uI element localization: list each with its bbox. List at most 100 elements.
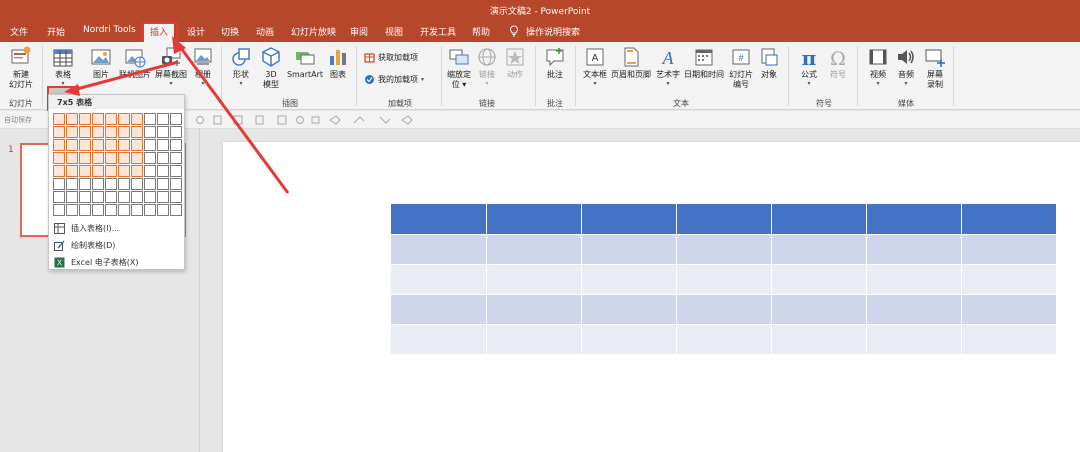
new-slide-button[interactable]: 新建 幻灯片 xyxy=(6,46,36,90)
grid-cell[interactable] xyxy=(66,152,78,164)
textbox-button[interactable]: A 文本框 ▾ xyxy=(581,46,609,87)
grid-cell[interactable] xyxy=(131,152,143,164)
grid-cell[interactable] xyxy=(118,204,130,216)
table-cell[interactable] xyxy=(676,204,772,235)
table-cell[interactable] xyxy=(581,324,677,355)
table-cell[interactable] xyxy=(771,324,867,355)
table-cell[interactable] xyxy=(486,234,582,265)
object-button[interactable]: 对象 xyxy=(758,46,780,80)
grid-cell[interactable] xyxy=(66,178,78,190)
grid-cell[interactable] xyxy=(144,191,156,203)
grid-cell[interactable] xyxy=(53,191,65,203)
tell-me-search[interactable]: 操作说明搜索 xyxy=(526,25,580,38)
grid-cell[interactable] xyxy=(92,152,104,164)
grid-cell[interactable] xyxy=(157,113,169,125)
screen-recording-button[interactable]: 屏幕 录制 xyxy=(922,46,948,90)
table-cell[interactable] xyxy=(866,324,962,355)
grid-cell[interactable] xyxy=(118,165,130,177)
grid-cell[interactable] xyxy=(170,139,182,151)
grid-cell[interactable] xyxy=(66,139,78,151)
grid-cell[interactable] xyxy=(157,139,169,151)
insert-table-item[interactable]: 插入表格(I)... xyxy=(49,220,184,236)
wordart-button[interactable]: A 艺术字 ▾ xyxy=(655,46,681,87)
3d-model-button[interactable]: 3D 模型 xyxy=(258,46,284,90)
tab-developer[interactable]: 开发工具 xyxy=(420,25,456,38)
grid-cell[interactable] xyxy=(157,152,169,164)
grid-cell[interactable] xyxy=(79,191,91,203)
table-cell[interactable] xyxy=(391,294,487,325)
table-cell[interactable] xyxy=(391,204,487,235)
grid-cell[interactable] xyxy=(144,204,156,216)
table-cell[interactable] xyxy=(581,294,677,325)
audio-button[interactable]: 音频 ▾ xyxy=(894,46,918,87)
autosave-label[interactable]: 自动保存 xyxy=(4,115,32,125)
video-button[interactable]: 视频 ▾ xyxy=(866,46,890,87)
grid-cell[interactable] xyxy=(105,139,117,151)
grid-cell[interactable] xyxy=(118,139,130,151)
tab-slideshow[interactable]: 幻灯片放映 xyxy=(291,25,336,38)
grid-cell[interactable] xyxy=(53,204,65,216)
grid-cell[interactable] xyxy=(53,178,65,190)
grid-cell[interactable] xyxy=(170,191,182,203)
table-cell[interactable] xyxy=(866,264,962,295)
grid-cell[interactable] xyxy=(105,178,117,190)
tab-design[interactable]: 设计 xyxy=(187,25,205,38)
table-cell[interactable] xyxy=(676,324,772,355)
grid-cell[interactable] xyxy=(53,139,65,151)
table-cell[interactable] xyxy=(391,324,487,355)
tab-home[interactable]: 开始 xyxy=(47,25,65,38)
table-button[interactable]: 表格 ▾ xyxy=(49,48,77,87)
grid-cell[interactable] xyxy=(131,178,143,190)
grid-cell[interactable] xyxy=(131,165,143,177)
table-cell[interactable] xyxy=(961,294,1057,325)
smartart-button[interactable]: SmartArt xyxy=(286,46,324,80)
grid-cell[interactable] xyxy=(131,204,143,216)
get-addins-button[interactable]: 获取加载项 xyxy=(364,52,418,63)
grid-cell[interactable] xyxy=(53,165,65,177)
link-button[interactable]: 链接 ▾ xyxy=(475,46,499,87)
tab-review[interactable]: 审阅 xyxy=(350,25,368,38)
grid-cell[interactable] xyxy=(170,126,182,138)
grid-cell[interactable] xyxy=(79,178,91,190)
grid-cell[interactable] xyxy=(131,191,143,203)
grid-cell[interactable] xyxy=(92,139,104,151)
table-cell[interactable] xyxy=(961,324,1057,355)
tab-help[interactable]: 帮助 xyxy=(472,25,490,38)
grid-cell[interactable] xyxy=(144,152,156,164)
grid-cell[interactable] xyxy=(144,113,156,125)
table-cell[interactable] xyxy=(866,294,962,325)
grid-cell[interactable] xyxy=(79,139,91,151)
tab-view[interactable]: 视图 xyxy=(385,25,403,38)
table-cell[interactable] xyxy=(866,234,962,265)
grid-cell[interactable] xyxy=(92,178,104,190)
grid-cell[interactable] xyxy=(79,152,91,164)
table-cell[interactable] xyxy=(961,204,1057,235)
grid-cell[interactable] xyxy=(66,126,78,138)
excel-spreadsheet-item[interactable]: X Excel 电子表格(X) xyxy=(49,254,184,270)
grid-cell[interactable] xyxy=(118,126,130,138)
tab-nordri-tools[interactable]: Nordri Tools xyxy=(83,25,136,35)
grid-cell[interactable] xyxy=(53,113,65,125)
zoom-button[interactable]: 缩放定 位 ▾ xyxy=(445,46,473,90)
table-cell[interactable] xyxy=(581,234,677,265)
table-cell[interactable] xyxy=(676,294,772,325)
screenshot-button[interactable]: 屏幕截图 ▾ xyxy=(153,46,189,87)
table-cell[interactable] xyxy=(676,234,772,265)
grid-cell[interactable] xyxy=(105,152,117,164)
grid-cell[interactable] xyxy=(79,113,91,125)
table-cell[interactable] xyxy=(676,264,772,295)
grid-cell[interactable] xyxy=(66,113,78,125)
grid-cell[interactable] xyxy=(144,126,156,138)
grid-cell[interactable] xyxy=(53,126,65,138)
table-cell[interactable] xyxy=(486,204,582,235)
grid-cell[interactable] xyxy=(105,191,117,203)
table-cell[interactable] xyxy=(486,294,582,325)
equation-button[interactable]: π 公式 ▾ xyxy=(796,46,822,87)
action-button[interactable]: 动作 xyxy=(503,46,527,80)
grid-cell[interactable] xyxy=(157,191,169,203)
table-cell[interactable] xyxy=(961,234,1057,265)
grid-cell[interactable] xyxy=(92,204,104,216)
grid-cell[interactable] xyxy=(79,126,91,138)
grid-cell[interactable] xyxy=(105,165,117,177)
tab-file[interactable]: 文件 xyxy=(10,25,28,38)
